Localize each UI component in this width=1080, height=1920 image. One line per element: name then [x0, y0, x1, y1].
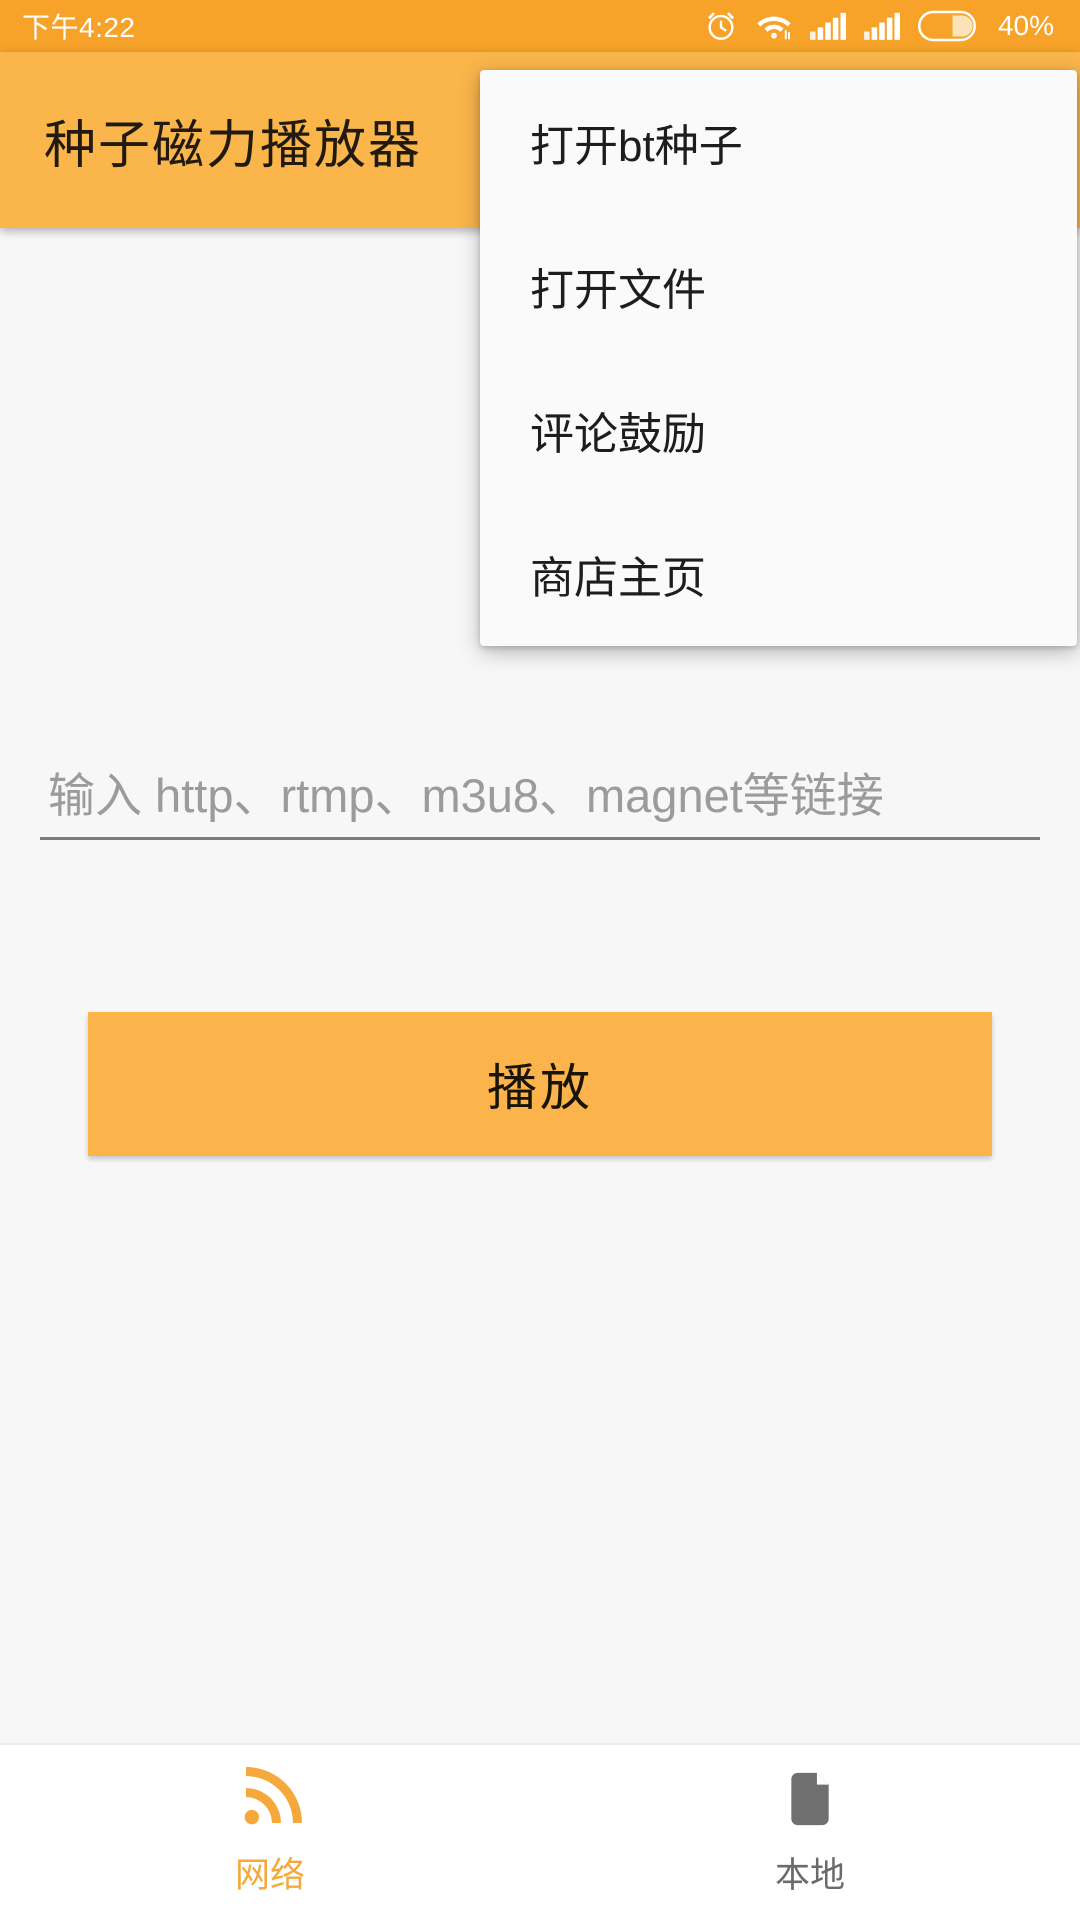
app-title: 种子磁力播放器 [44, 116, 423, 175]
nav-tab-local[interactable]: 本地 [540, 1745, 1080, 1920]
menu-item-open-bt-torrent[interactable]: 打开bt种子 [480, 70, 1077, 214]
status-bar-icons: 40% [704, 9, 1054, 43]
url-input-underline [40, 837, 1040, 840]
rss-signal-icon [244, 1767, 302, 1825]
file-document-icon [791, 1772, 829, 1826]
nav-tab-network[interactable]: 网络 [0, 1745, 540, 1920]
play-button[interactable]: 播放 [88, 1012, 992, 1156]
url-input-group [40, 768, 1040, 840]
status-bar: 下午4:22 40% [0, 0, 1080, 52]
overflow-menu: 打开bt种子 打开文件 评论鼓励 商店主页 [480, 70, 1077, 646]
nav-tab-network-label: 网络 [234, 1856, 305, 1895]
alarm-icon [708, 12, 734, 40]
wifi-icon [757, 16, 791, 40]
menu-item-open-file[interactable]: 打开文件 [480, 214, 1077, 358]
status-bar-clock: 下午4:22 [22, 12, 136, 43]
menu-item-store-homepage[interactable]: 商店主页 [480, 502, 1077, 646]
signal-icon-1 [809, 12, 846, 40]
app-screen: 下午4:22 40% 种子磁力播放器 输入 http、rtmp、m3u8、mag… [0, 0, 1080, 1920]
signal-icon-2 [863, 12, 900, 40]
url-input[interactable] [40, 768, 1040, 837]
battery-percent-label: 40% [997, 10, 1054, 41]
nav-tab-local-label: 本地 [774, 1856, 845, 1895]
menu-item-rate-comment[interactable]: 评论鼓励 [480, 358, 1077, 502]
battery-icon [917, 10, 976, 42]
bottom-navigation-bar: 网络 本地 [0, 1743, 1080, 1920]
